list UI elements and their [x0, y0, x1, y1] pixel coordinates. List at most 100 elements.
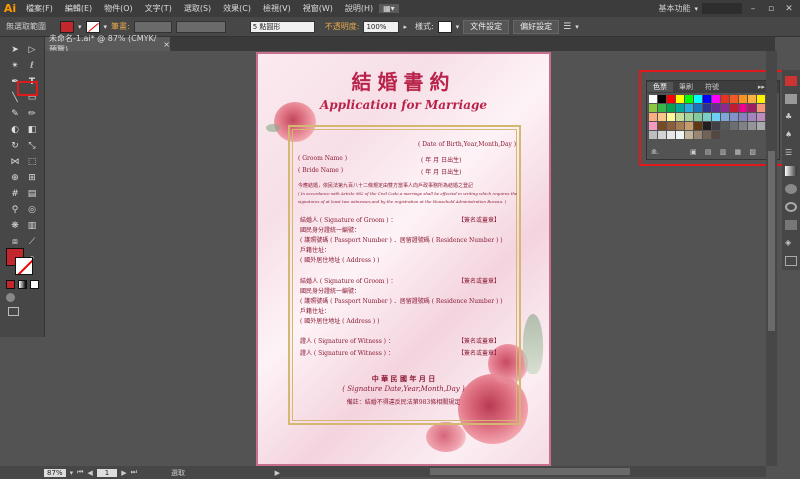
- scale-tool-icon[interactable]: ⤡: [25, 139, 39, 153]
- mesh-tool-icon[interactable]: #: [8, 187, 22, 201]
- vertical-scrollbar[interactable]: [766, 51, 777, 466]
- perspective-grid-tool-icon[interactable]: ⊞: [25, 171, 39, 185]
- blob-brush-tool-icon[interactable]: ◐: [8, 123, 22, 137]
- title-chinese[interactable]: 結婚書約: [258, 66, 549, 95]
- eraser-tool-icon[interactable]: ◧: [25, 123, 39, 137]
- menu-help[interactable]: 說明(H): [339, 3, 379, 14]
- workspace-switcher[interactable]: 基本功能: [658, 3, 690, 14]
- menu-object[interactable]: 物件(O): [98, 3, 139, 14]
- color-panel-icon[interactable]: [785, 76, 797, 86]
- chevron-down-icon[interactable]: ▾: [694, 5, 698, 13]
- eyedropper-tool-icon[interactable]: ⚲: [8, 203, 22, 217]
- chevron-down-icon[interactable]: ▾: [78, 23, 82, 31]
- free-transform-tool-icon[interactable]: ⬚: [25, 155, 39, 169]
- width-tool-icon[interactable]: ⋈: [8, 155, 22, 169]
- stroke-weight-field[interactable]: [133, 20, 172, 33]
- bride-overseas-label[interactable]: ( 國外居住地址 ( Address ) ): [300, 316, 380, 325]
- bridge-icon[interactable]: ▦▾: [379, 4, 399, 13]
- bride-signature-label[interactable]: 結婚人 ( Signature of Groom ) ：: [300, 276, 397, 285]
- chevron-down-icon[interactable]: ▾: [575, 23, 579, 31]
- stroke-swatch[interactable]: [85, 20, 100, 33]
- groom-sign-seal[interactable]: 【簽名或蓋章】: [458, 215, 500, 224]
- signature-date-label[interactable]: ( Signature Date,Year,Month,Day ): [258, 385, 549, 393]
- fill-swatch[interactable]: [60, 20, 74, 33]
- first-page-icon[interactable]: ⏮: [77, 468, 83, 477]
- witness-2-sign-seal[interactable]: 【簽名或蓋章】: [458, 348, 500, 357]
- brushes-panel-icon[interactable]: ♣: [785, 112, 797, 122]
- date-of-birth-label[interactable]: ( Date of Birth,Year,Month,Day ): [418, 141, 516, 148]
- paintbrush-tool-icon[interactable]: ✎: [8, 107, 22, 121]
- groom-overseas-label[interactable]: ( 國外居住地址 ( Address ) ): [300, 255, 380, 264]
- chevron-down-icon[interactable]: ▾: [70, 469, 74, 477]
- groom-birth-date[interactable]: ( 年 月 日出生): [421, 155, 461, 164]
- menu-edit[interactable]: 編輯(E): [59, 3, 98, 14]
- zoom-field[interactable]: 87%: [44, 468, 66, 477]
- draw-mode-icon[interactable]: [6, 293, 15, 302]
- chevron-right-icon[interactable]: ▸: [403, 23, 407, 31]
- color-mode-icon[interactable]: [6, 280, 15, 289]
- groom-household-label[interactable]: 戶籍住址：: [300, 245, 330, 254]
- roc-date[interactable]: 中 華 民 國 年 月 日: [258, 374, 549, 384]
- transparency-panel-icon[interactable]: [785, 184, 797, 194]
- symbol-sprayer-tool-icon[interactable]: ❋: [8, 219, 22, 233]
- page-field[interactable]: 1: [96, 468, 118, 477]
- opacity-field[interactable]: 100%: [363, 20, 400, 33]
- groom-name-label[interactable]: ( Groom Name ): [298, 155, 347, 162]
- bride-id-label[interactable]: 國民身分證統一編號：: [300, 286, 360, 295]
- pencil-tool-icon[interactable]: ✏: [25, 107, 39, 121]
- groom-id-label[interactable]: 國民身分證統一編號：: [300, 225, 360, 234]
- menu-type[interactable]: 文字(T): [139, 3, 178, 14]
- bride-passport-label[interactable]: ( 護照號碼 ( Passport Number ) ．居留證號碼 ( Resi…: [300, 296, 503, 305]
- prev-page-icon[interactable]: ◀: [87, 469, 92, 477]
- artboard-tool-icon[interactable]: ⧈: [8, 235, 22, 249]
- maximize-icon[interactable]: ▫: [764, 3, 778, 15]
- title-english[interactable]: Application for Marriage: [258, 98, 549, 112]
- magic-wand-tool-icon[interactable]: ✴: [8, 59, 22, 73]
- bride-sign-seal[interactable]: 【簽名或蓋章】: [458, 276, 500, 285]
- minimize-icon[interactable]: –: [746, 3, 760, 15]
- note-text[interactable]: 備註：結婚不得違反民法第983條相關規定: [258, 397, 549, 406]
- brush-dropdown[interactable]: 5 點圓形: [249, 20, 315, 33]
- screen-mode-icon[interactable]: [8, 307, 19, 316]
- bride-birth-date[interactable]: ( 年 月 日出生): [421, 167, 461, 176]
- witness-2-label[interactable]: 證人 ( Signature of Witness ) ：: [300, 348, 394, 357]
- rotate-tool-icon[interactable]: ↻: [8, 139, 22, 153]
- chevron-down-icon[interactable]: ▾: [104, 23, 108, 31]
- menu-select[interactable]: 選取(S): [178, 3, 217, 14]
- preferences-button[interactable]: 偏好設定: [513, 19, 560, 34]
- scroll-thumb[interactable]: [768, 151, 775, 331]
- selection-tool-icon[interactable]: ➤: [8, 43, 22, 57]
- slice-tool-icon[interactable]: ⟋: [25, 235, 39, 249]
- groom-signature-label[interactable]: 結婚人 ( Signature of Groom ) ：: [300, 215, 397, 224]
- lasso-tool-icon[interactable]: ℓ: [25, 59, 39, 73]
- search-icon[interactable]: [702, 3, 742, 14]
- blend-tool-icon[interactable]: ◎: [25, 203, 39, 217]
- close-icon[interactable]: ×: [163, 40, 170, 49]
- gradient-tool-icon[interactable]: ▤: [25, 187, 39, 201]
- shape-builder-tool-icon[interactable]: ⊕: [8, 171, 22, 185]
- witness-1-sign-seal[interactable]: 【簽名或蓋章】: [458, 336, 500, 345]
- last-page-icon[interactable]: ⏭: [131, 468, 137, 477]
- variable-width-field[interactable]: [175, 20, 226, 33]
- swatches-panel-icon[interactable]: [785, 94, 797, 104]
- bride-name-label[interactable]: ( Bride Name ): [298, 167, 343, 174]
- style-swatch[interactable]: [437, 20, 452, 33]
- gradient-panel-icon[interactable]: [785, 166, 797, 176]
- artboard[interactable]: 結婚書約 Application for Marriage ( Date of …: [256, 52, 551, 466]
- scroll-thumb[interactable]: [430, 468, 630, 475]
- groom-passport-label[interactable]: ( 護照號碼 ( Passport Number ) ．居留證號碼 ( Resi…: [300, 235, 503, 244]
- none-mode-icon[interactable]: [30, 280, 39, 289]
- witness-1-label[interactable]: 證人 ( Signature of Witness ) ：: [300, 336, 394, 345]
- stroke-panel-icon[interactable]: ☰: [785, 148, 797, 158]
- menu-view[interactable]: 檢視(V): [257, 3, 297, 14]
- law-text-chinese[interactable]: 今應結婚，依民法第九百八十二條規定由雙方當事人向戶政事務所為結婚之登記: [298, 182, 473, 189]
- next-page-icon[interactable]: ▶: [121, 469, 126, 477]
- menu-file[interactable]: 檔案(F): [20, 3, 59, 14]
- column-graph-tool-icon[interactable]: ▥: [25, 219, 39, 233]
- law-text-english-1[interactable]: ( In accordance with Article 982 of the …: [298, 191, 517, 196]
- layers-panel-icon[interactable]: ◈: [785, 238, 797, 248]
- close-icon[interactable]: ✕: [782, 3, 796, 15]
- gradient-mode-icon[interactable]: [18, 280, 27, 289]
- appearance-panel-icon[interactable]: [785, 202, 797, 212]
- law-text-english-2[interactable]: signatures of at least two witnesses,and…: [298, 199, 506, 204]
